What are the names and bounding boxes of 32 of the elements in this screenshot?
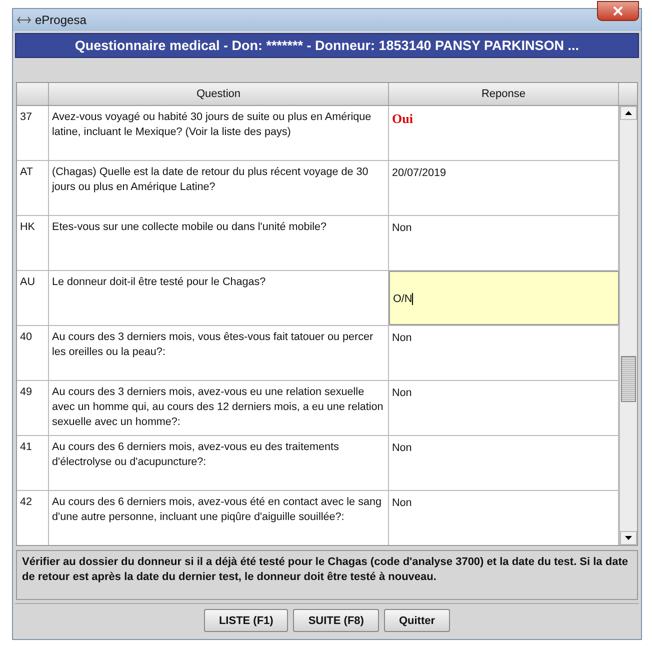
- instruction-note: Vérifier au dossier du donneur si il a déjà été testé pour le Chagas (code d'analyse 3700) et la date du test. Si la date de retour est après la date du dernier test, le donneur doit être testé à nouveau.: [16, 550, 638, 600]
- answer-field[interactable]: O/N: [389, 271, 619, 325]
- question-cell: Au cours des 6 derniers mois, avez-vous été en contact avec le sang d'une autre personne, incluant une piqûre d'aiguille souillée?:: [49, 491, 389, 545]
- close-icon: [612, 6, 624, 16]
- window-title: eProgesa: [35, 13, 86, 27]
- scroll-down-button[interactable]: [620, 531, 637, 545]
- app-icon: [17, 16, 31, 24]
- row-code: 37: [17, 106, 49, 160]
- action-button[interactable]: SUITE (F8): [293, 609, 379, 632]
- scroll-up-button[interactable]: [620, 106, 637, 120]
- up-arrow-icon: [625, 111, 632, 115]
- row-code: AT: [17, 161, 49, 215]
- row-code: 49: [17, 381, 49, 435]
- row-code: 41: [17, 436, 49, 490]
- question-cell: Au cours des 6 derniers mois, avez-vous eu des traitements d'électrolyse ou d'acupuncture?:: [49, 436, 389, 490]
- column-header: Question: [49, 83, 389, 105]
- question-cell: Au cours des 3 derniers mois, avez-vous eu une relation sexuelle avec un homme qui, au cours des 12 derniers mois, a eu une relation sexuelle avec un homme?:: [49, 381, 389, 435]
- down-arrow-icon: [625, 536, 632, 540]
- question-cell: (Chagas) Quelle est la date de retour du plus récent voyage de 30 jours ou plus en Amérique Latine?: [49, 161, 389, 215]
- form-header: Questionnaire medical - Don: ******* - Donneur: 1853140 PANSY PARKINSON ...: [15, 33, 639, 58]
- row-code: 40: [17, 326, 49, 380]
- row-code: 42: [17, 491, 49, 545]
- question-cell: Au cours des 3 derniers mois, vous êtes-vous fait tatouer ou percer les oreilles ou la peau?:: [49, 326, 389, 380]
- scrollbar-thumb[interactable]: [621, 356, 636, 402]
- question-cell: Etes-vous sur une collecte mobile ou dans l'unité mobile?: [49, 216, 389, 270]
- column-header: Reponse: [389, 83, 619, 105]
- action-button[interactable]: LISTE (F1): [204, 609, 288, 632]
- action-button[interactable]: Quitter: [384, 609, 450, 632]
- question-cell: Avez-vous voyagé ou habité 30 jours de suite ou plus en Amérique latine, incluant le Mexique? (Voir la liste des pays): [49, 106, 389, 160]
- close-button[interactable]: [597, 1, 639, 21]
- row-code: AU: [17, 271, 49, 325]
- row-code: HK: [17, 216, 49, 270]
